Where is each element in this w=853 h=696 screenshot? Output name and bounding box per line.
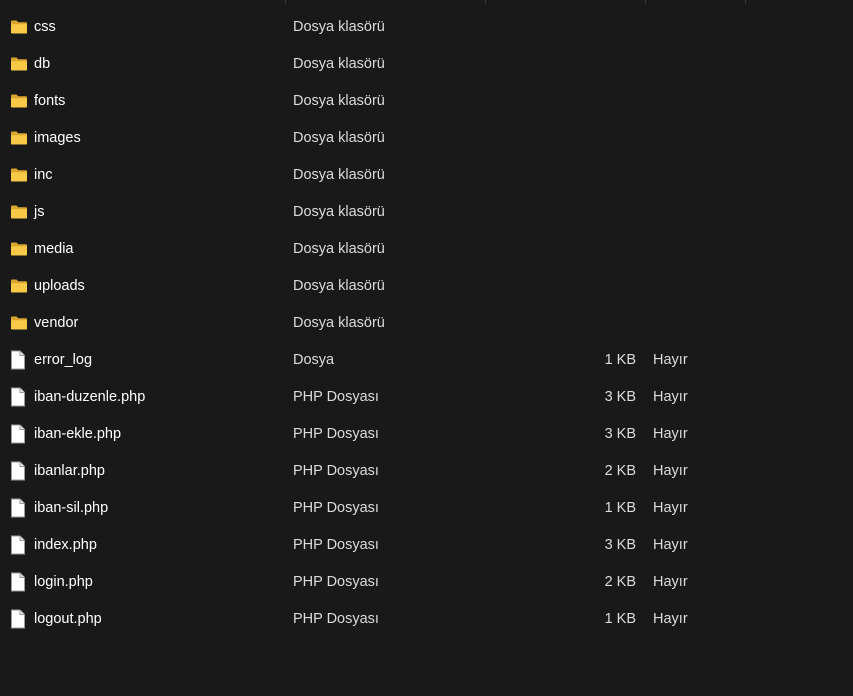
folder-icon xyxy=(10,130,28,148)
file-row[interactable]: iban-sil.php PHP Dosyası 1 KB Hayır xyxy=(0,490,853,527)
file-size: 1 KB xyxy=(604,500,636,516)
file-icon xyxy=(10,387,28,407)
file-size xyxy=(560,268,636,305)
file-icon xyxy=(10,350,28,370)
file-name: vendor xyxy=(34,315,79,331)
folder-icon xyxy=(10,19,28,37)
file-attribute: Hayır xyxy=(653,574,688,590)
folder-icon xyxy=(10,93,28,111)
file-row[interactable]: iban-duzenle.php PHP Dosyası 3 KB Hayır xyxy=(0,379,853,416)
file-name: iban-sil.php xyxy=(34,500,109,516)
file-name: error_log xyxy=(34,352,93,368)
file-size xyxy=(560,120,636,157)
file-type: PHP Dosyası xyxy=(293,611,379,627)
file-attribute: Hayır xyxy=(653,389,688,405)
file-attribute: Hayır xyxy=(653,537,688,553)
file-row[interactable]: error_log Dosya 1 KB Hayır xyxy=(0,342,853,379)
folder-icon xyxy=(10,204,28,222)
file-size: 1 KB xyxy=(604,352,636,368)
file-icon xyxy=(10,609,28,629)
file-type: PHP Dosyası xyxy=(293,574,379,590)
file-size xyxy=(560,305,636,342)
column-divider[interactable] xyxy=(485,0,486,4)
file-size xyxy=(560,231,636,268)
file-size xyxy=(560,9,636,46)
file-size: 2 KB xyxy=(604,574,636,590)
column-header-dividers xyxy=(0,0,853,4)
file-size: 2 KB xyxy=(604,463,636,479)
file-type: Dosya klasörü xyxy=(293,204,385,220)
file-icon xyxy=(10,424,28,444)
file-name: uploads xyxy=(34,278,85,294)
file-type: PHP Dosyası xyxy=(293,463,379,479)
file-name: ibanlar.php xyxy=(34,463,105,479)
file-list: css Dosya klasörü db Dosya klasörü fonts Dosy… xyxy=(0,0,853,696)
file-size xyxy=(560,157,636,194)
file-size xyxy=(560,194,636,231)
folder-icon xyxy=(10,241,28,259)
file-name: db xyxy=(34,56,51,72)
column-divider[interactable] xyxy=(745,0,746,4)
file-attribute: Hayır xyxy=(653,352,688,368)
file-name: iban-ekle.php xyxy=(34,426,122,442)
file-size xyxy=(560,83,636,120)
file-row[interactable]: logout.php PHP Dosyası 1 KB Hayır xyxy=(0,601,853,638)
file-name: js xyxy=(34,204,45,220)
file-type: PHP Dosyası xyxy=(293,537,379,553)
file-type: Dosya klasörü xyxy=(293,167,385,183)
file-name: inc xyxy=(34,167,53,183)
folder-row[interactable]: db Dosya klasörü xyxy=(0,46,853,83)
folder-row[interactable]: uploads Dosya klasörü xyxy=(0,268,853,305)
file-row[interactable]: login.php PHP Dosyası 2 KB Hayır xyxy=(0,564,853,601)
file-type: Dosya klasörü xyxy=(293,130,385,146)
file-name: login.php xyxy=(34,574,93,590)
column-divider[interactable] xyxy=(645,0,646,4)
file-icon xyxy=(10,572,28,592)
file-type: Dosya klasörü xyxy=(293,241,385,257)
file-type: Dosya xyxy=(293,352,335,368)
folder-row[interactable]: js Dosya klasörü xyxy=(0,194,853,231)
file-row[interactable]: iban-ekle.php PHP Dosyası 3 KB Hayır xyxy=(0,416,853,453)
file-attribute: Hayır xyxy=(653,426,688,442)
file-size: 3 KB xyxy=(604,389,636,405)
folder-row[interactable]: media Dosya klasörü xyxy=(0,231,853,268)
file-name: media xyxy=(34,241,74,257)
folder-row[interactable]: fonts Dosya klasörü xyxy=(0,83,853,120)
folder-row[interactable]: vendor Dosya klasörü xyxy=(0,305,853,342)
file-name: fonts xyxy=(34,93,66,109)
file-type: Dosya klasörü xyxy=(293,93,385,109)
file-name: logout.php xyxy=(34,611,102,627)
folder-icon xyxy=(10,56,28,74)
file-type: PHP Dosyası xyxy=(293,426,379,442)
file-type: Dosya klasörü xyxy=(293,19,385,35)
file-type: Dosya klasörü xyxy=(293,278,385,294)
file-row[interactable]: ibanlar.php PHP Dosyası 2 KB Hayır xyxy=(0,453,853,490)
column-divider[interactable] xyxy=(285,0,286,4)
folder-row[interactable]: inc Dosya klasörü xyxy=(0,157,853,194)
folder-icon xyxy=(10,167,28,185)
file-attribute: Hayır xyxy=(653,500,688,516)
file-type: Dosya klasörü xyxy=(293,315,385,331)
folder-icon xyxy=(10,278,28,296)
folder-icon xyxy=(10,315,28,333)
file-size: 1 KB xyxy=(604,611,636,627)
file-type: PHP Dosyası xyxy=(293,500,379,516)
file-type: PHP Dosyası xyxy=(293,389,379,405)
file-icon xyxy=(10,461,28,481)
file-name: css xyxy=(34,19,56,35)
file-size xyxy=(560,46,636,83)
file-name: images xyxy=(34,130,81,146)
file-icon xyxy=(10,535,28,555)
file-row[interactable]: index.php PHP Dosyası 3 KB Hayır xyxy=(0,527,853,564)
file-size: 3 KB xyxy=(604,537,636,553)
folder-row[interactable]: css Dosya klasörü xyxy=(0,9,853,46)
file-icon xyxy=(10,498,28,518)
file-type: Dosya klasörü xyxy=(293,56,385,72)
file-name: iban-duzenle.php xyxy=(34,389,146,405)
file-attribute: Hayır xyxy=(653,463,688,479)
file-size: 3 KB xyxy=(604,426,636,442)
folder-row[interactable]: images Dosya klasörü xyxy=(0,120,853,157)
file-name: index.php xyxy=(34,537,97,553)
file-attribute: Hayır xyxy=(653,611,688,627)
